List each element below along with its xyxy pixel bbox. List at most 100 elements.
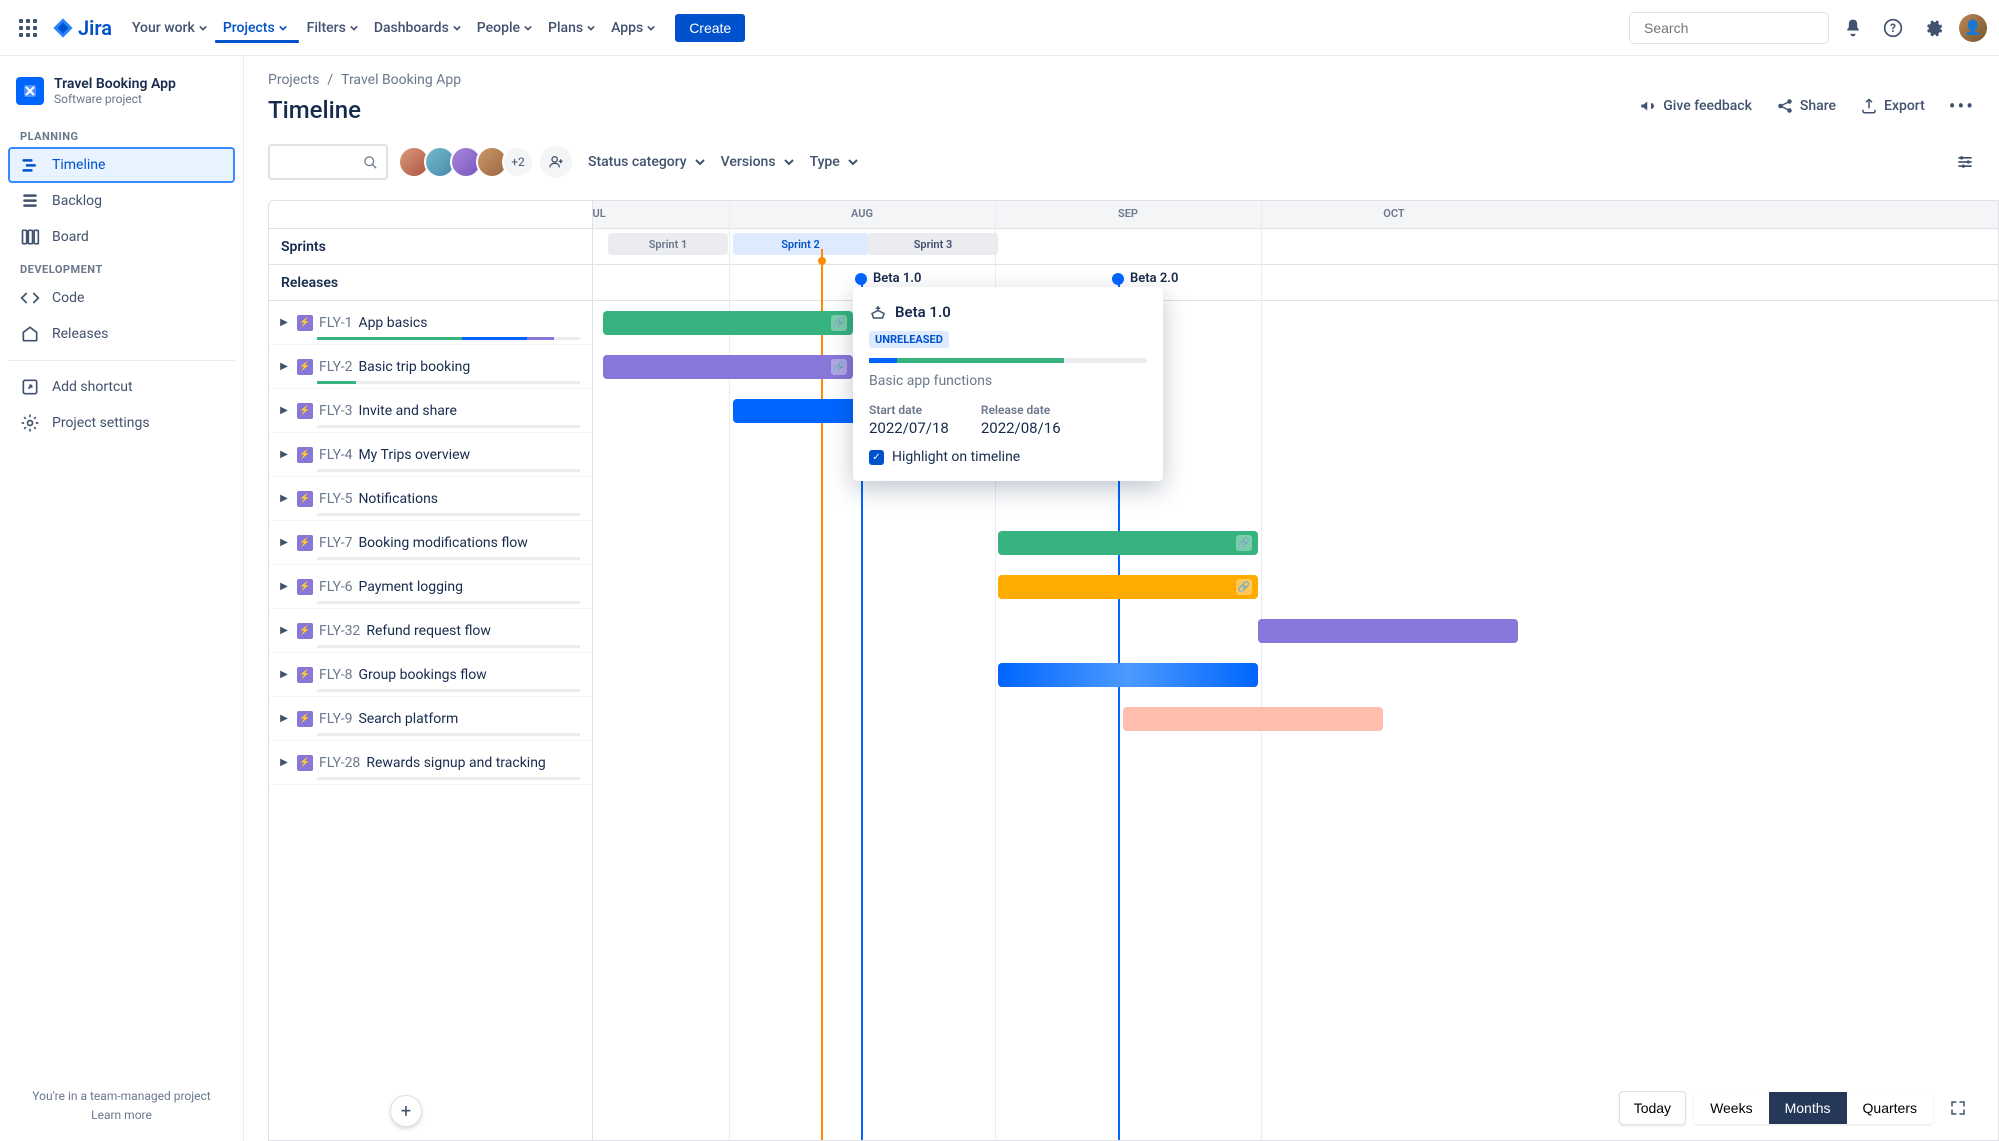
epic-row[interactable]: ▶⚡FLY-5Notifications xyxy=(269,477,592,521)
expand-icon[interactable]: ▶ xyxy=(277,537,291,548)
issue-key[interactable]: FLY-5 xyxy=(319,491,352,507)
export-button[interactable]: Export xyxy=(1860,97,1925,115)
issue-key[interactable]: FLY-6 xyxy=(319,579,352,595)
breadcrumb-projects[interactable]: Projects xyxy=(268,72,319,88)
epic-row[interactable]: ▶⚡FLY-3Invite and share xyxy=(269,389,592,433)
timeline-bar[interactable] xyxy=(1123,707,1383,731)
issue-summary[interactable]: Booking modifications flow xyxy=(358,535,527,551)
nav-your-work[interactable]: Your work xyxy=(124,14,215,42)
issue-summary[interactable]: Refund request flow xyxy=(366,623,491,639)
expand-icon[interactable]: ▶ xyxy=(277,713,291,724)
timeline-search[interactable] xyxy=(268,144,388,180)
timeline-bar[interactable] xyxy=(733,399,863,423)
epic-row[interactable]: ▶⚡FLY-2Basic trip booking xyxy=(269,345,592,389)
nav-plans[interactable]: Plans xyxy=(540,14,603,42)
more-actions-button[interactable]: ••• xyxy=(1949,94,1975,118)
timeline-bar[interactable]: 🔗 xyxy=(603,355,853,379)
global-search[interactable] xyxy=(1629,12,1829,44)
issue-summary[interactable]: My Trips overview xyxy=(358,447,470,463)
share-button[interactable]: Share xyxy=(1776,97,1836,115)
link-icon[interactable]: 🔗 xyxy=(1236,579,1252,595)
epic-row[interactable]: ▶⚡FLY-9Search platform xyxy=(269,697,592,741)
expand-icon[interactable]: ▶ xyxy=(277,361,291,372)
issue-key[interactable]: FLY-1 xyxy=(319,315,352,331)
breadcrumb-project[interactable]: Travel Booking App xyxy=(341,72,461,88)
sidebar-item-project-settings[interactable]: Project settings xyxy=(8,405,235,441)
nav-apps[interactable]: Apps xyxy=(603,14,663,42)
epic-row[interactable]: ▶⚡FLY-7Booking modifications flow xyxy=(269,521,592,565)
issue-summary[interactable]: Basic trip booking xyxy=(358,359,470,375)
create-button[interactable]: Create xyxy=(675,14,745,42)
settings-icon[interactable] xyxy=(1917,12,1949,44)
link-icon[interactable]: 🔗 xyxy=(1236,535,1252,551)
sidebar-item-releases[interactable]: Releases xyxy=(8,316,235,352)
epic-row[interactable]: ▶⚡FLY-6Payment logging xyxy=(269,565,592,609)
issue-summary[interactable]: Group bookings flow xyxy=(358,667,486,683)
today-button[interactable]: Today xyxy=(1619,1091,1686,1125)
sidebar-item-timeline[interactable]: Timeline xyxy=(8,147,235,183)
timeline-bar[interactable]: 🔗 xyxy=(998,575,1258,599)
expand-icon[interactable]: ▶ xyxy=(277,757,291,768)
timeline-bar[interactable]: 🔗 xyxy=(603,311,853,335)
help-icon[interactable]: ? xyxy=(1877,12,1909,44)
nav-dashboards[interactable]: Dashboards xyxy=(366,14,469,42)
nav-projects[interactable]: Projects xyxy=(215,14,299,42)
expand-icon[interactable]: ▶ xyxy=(277,625,291,636)
issue-summary[interactable]: Invite and share xyxy=(358,403,457,419)
link-icon[interactable]: 🔗 xyxy=(831,359,847,375)
sidebar-item-code[interactable]: Code xyxy=(8,280,235,316)
epic-row[interactable]: ▶⚡FLY-1App basics xyxy=(269,301,592,345)
nav-people[interactable]: People xyxy=(469,14,540,42)
expand-icon[interactable]: ▶ xyxy=(277,449,291,460)
expand-icon[interactable]: ▶ xyxy=(277,493,291,504)
add-user-button[interactable] xyxy=(540,146,572,178)
give-feedback-button[interactable]: Give feedback xyxy=(1639,97,1752,115)
app-switcher-icon[interactable] xyxy=(12,12,44,44)
epic-row[interactable]: ▶⚡FLY-28Rewards signup and tracking xyxy=(269,741,592,785)
issue-summary[interactable]: Search platform xyxy=(358,711,458,727)
issue-key[interactable]: FLY-2 xyxy=(319,359,352,375)
add-epic-button[interactable]: + xyxy=(390,1095,422,1127)
notifications-icon[interactable] xyxy=(1837,12,1869,44)
issue-key[interactable]: FLY-28 xyxy=(319,755,360,771)
sidebar-item-add-shortcut[interactable]: Add shortcut xyxy=(8,369,235,405)
jira-logo[interactable]: Jira xyxy=(52,16,112,40)
highlight-checkbox[interactable]: ✓Highlight on timeline xyxy=(869,449,1147,465)
issue-key[interactable]: FLY-3 xyxy=(319,403,352,419)
release-marker[interactable]: Beta 2.0 xyxy=(1112,271,1178,286)
epic-row[interactable]: ▶⚡FLY-32Refund request flow xyxy=(269,609,592,653)
versions-filter[interactable]: Versions xyxy=(721,154,794,170)
user-avatar[interactable]: 👤 xyxy=(1959,14,1987,42)
expand-icon[interactable]: ▶ xyxy=(277,669,291,680)
search-input[interactable] xyxy=(1644,20,1825,36)
zoom-months[interactable]: Months xyxy=(1769,1092,1847,1124)
status-category-filter[interactable]: Status category xyxy=(588,154,705,170)
expand-icon[interactable]: ▶ xyxy=(277,317,291,328)
assignee-avatars[interactable]: +2 xyxy=(404,146,572,178)
sprint-pill[interactable]: Sprint 2 xyxy=(733,233,868,255)
link-icon[interactable]: 🔗 xyxy=(831,315,847,331)
project-header[interactable]: Travel Booking App Software project xyxy=(8,72,235,122)
epic-row[interactable]: ▶⚡FLY-4My Trips overview xyxy=(269,433,592,477)
timeline-bar[interactable] xyxy=(1258,619,1518,643)
issue-key[interactable]: FLY-7 xyxy=(319,535,352,551)
issue-key[interactable]: FLY-8 xyxy=(319,667,352,683)
epic-row[interactable]: ▶⚡FLY-8Group bookings flow xyxy=(269,653,592,697)
issue-summary[interactable]: Notifications xyxy=(358,491,438,507)
zoom-weeks[interactable]: Weeks xyxy=(1694,1092,1769,1124)
release-marker[interactable]: Beta 1.0 xyxy=(855,271,921,286)
issue-summary[interactable]: App basics xyxy=(358,315,427,331)
expand-icon[interactable]: ▶ xyxy=(277,405,291,416)
nav-filters[interactable]: Filters xyxy=(299,14,366,42)
issue-summary[interactable]: Payment logging xyxy=(358,579,463,595)
timeline-bar[interactable]: 🔗 xyxy=(998,531,1258,555)
view-settings-button[interactable] xyxy=(1955,152,1975,172)
fullscreen-button[interactable] xyxy=(1941,1091,1975,1125)
sidebar-item-board[interactable]: Board xyxy=(8,219,235,255)
issue-key[interactable]: FLY-9 xyxy=(319,711,352,727)
sprint-pill[interactable]: Sprint 3 xyxy=(868,233,998,255)
sidebar-item-backlog[interactable]: Backlog xyxy=(8,183,235,219)
expand-icon[interactable]: ▶ xyxy=(277,581,291,592)
zoom-quarters[interactable]: Quarters xyxy=(1847,1092,1933,1124)
issue-key[interactable]: FLY-4 xyxy=(319,447,352,463)
